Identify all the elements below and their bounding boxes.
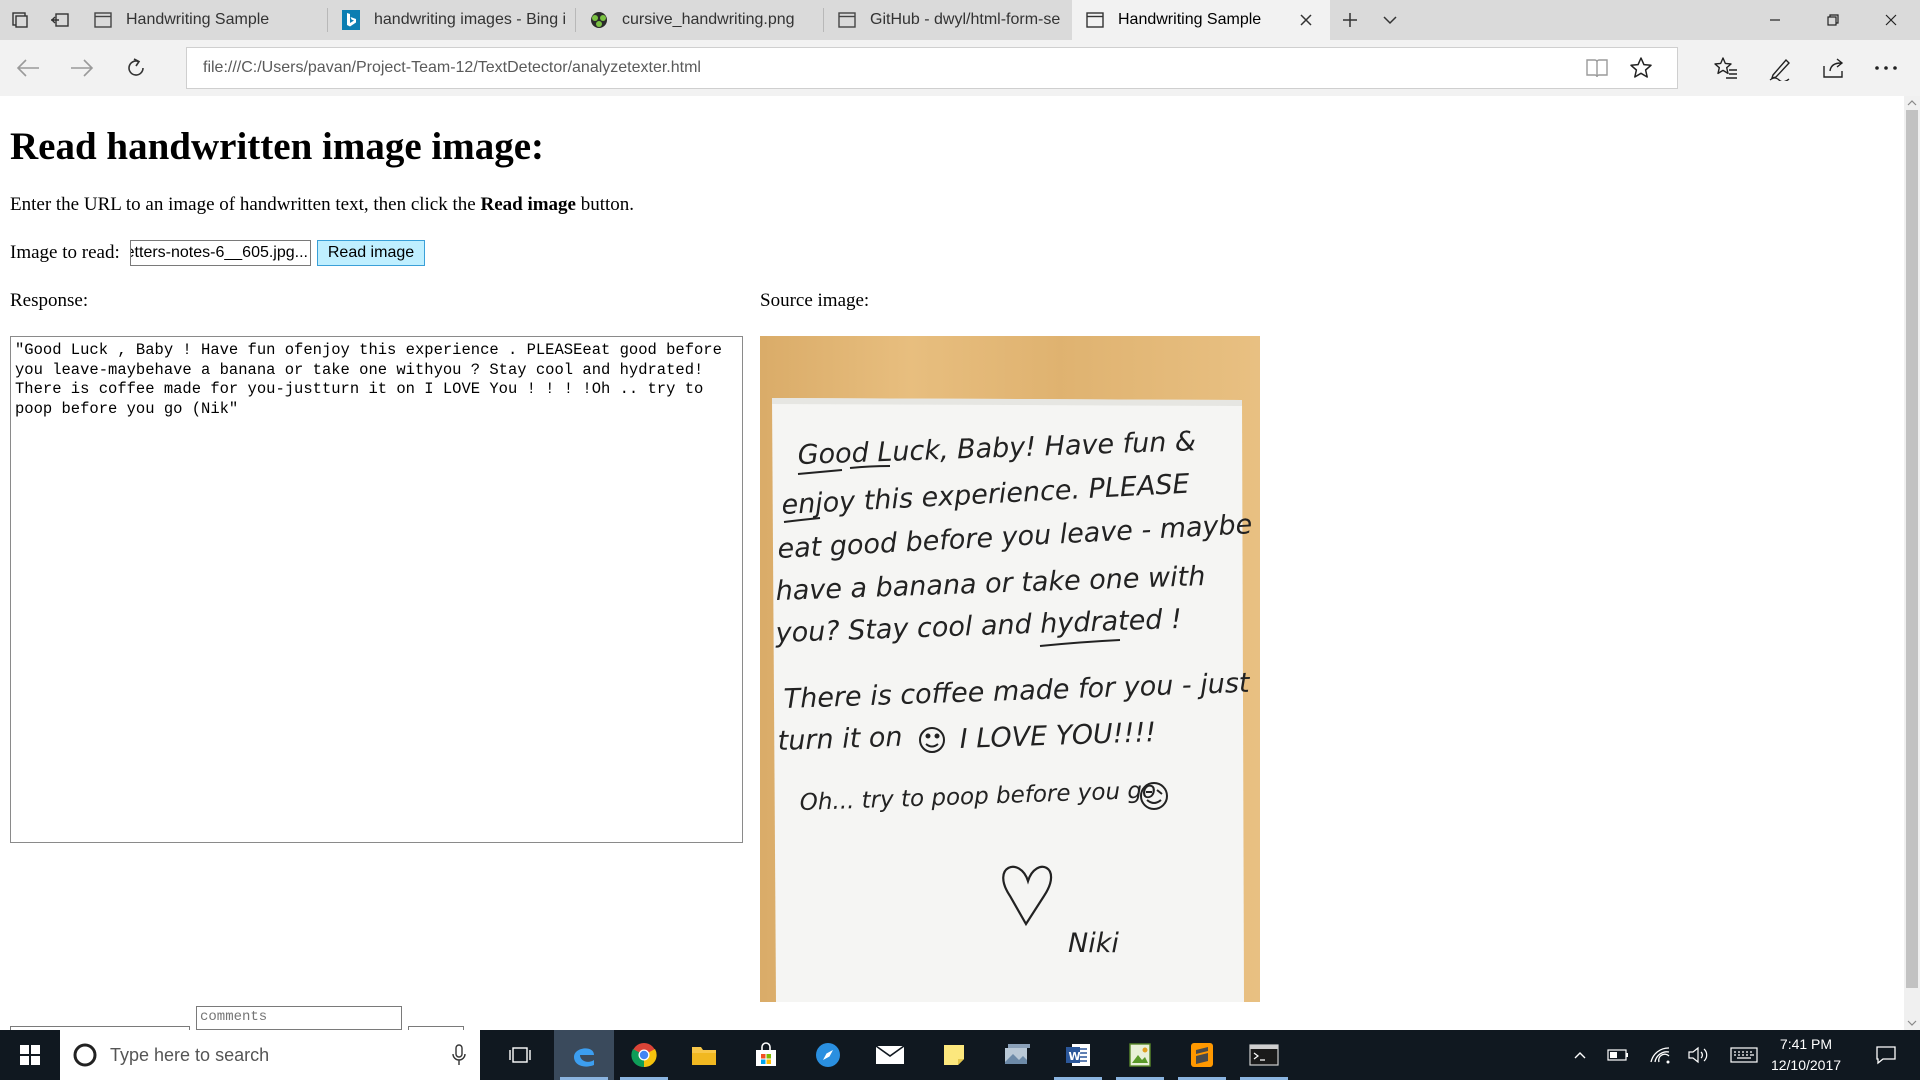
tab-cursive-handwriting[interactable]: cursive_handwriting.png xyxy=(576,0,824,40)
mail-icon[interactable] xyxy=(860,1030,920,1080)
intro-text-after: button. xyxy=(575,194,635,215)
image-viewer-icon[interactable] xyxy=(1110,1030,1170,1080)
restore-icon[interactable] xyxy=(1810,0,1856,40)
refresh-icon[interactable] xyxy=(116,48,156,88)
search-placeholder: Type here to search xyxy=(110,1044,270,1065)
taskbar-search-box[interactable]: Type here to search xyxy=(60,1030,480,1080)
reading-view-icon[interactable] xyxy=(1581,54,1613,82)
favorites-hub-icon[interactable] xyxy=(1706,48,1746,88)
word-icon[interactable]: W xyxy=(1048,1030,1108,1080)
source-image-label: Source image: xyxy=(760,290,870,311)
tab-bar: Handwriting Sample handwriting images - … xyxy=(0,0,1920,40)
minimize-icon[interactable] xyxy=(1752,0,1798,40)
clock[interactable]: 7:41 PM 12/10/2017 xyxy=(1760,1034,1852,1076)
touch-keyboard-icon[interactable] xyxy=(1726,1030,1762,1080)
intro-text-before: Enter the URL to an image of handwritten… xyxy=(10,194,481,215)
task-view-icon[interactable] xyxy=(490,1030,550,1080)
more-options-icon[interactable] xyxy=(1866,48,1906,88)
tab-label: handwriting images - Bing i xyxy=(374,11,567,28)
tab-handwriting-sample-1[interactable]: Handwriting Sample xyxy=(80,0,328,40)
clock-time: 7:41 PM xyxy=(1779,1036,1833,1052)
source-image: Good Luck, Baby! Have fun & enjoy this e… xyxy=(760,336,1260,1002)
command-prompt-icon[interactable] xyxy=(1234,1030,1294,1080)
address-bar[interactable]: file:///C:/Users/pavan/Project-Team-12/T… xyxy=(186,47,1678,89)
tab-label: Handwriting Sample xyxy=(126,11,270,28)
tab-handwriting-sample-active[interactable]: Handwriting Sample xyxy=(1072,0,1330,40)
wifi-icon[interactable] xyxy=(1644,1030,1676,1080)
web-note-pen-icon[interactable] xyxy=(1760,48,1800,88)
close-tab-icon[interactable] xyxy=(1296,10,1316,30)
chrome-icon[interactable] xyxy=(614,1030,674,1080)
tab-github[interactable]: GitHub - dwyl/html-form-se xyxy=(824,0,1072,40)
sticky-notes-icon[interactable] xyxy=(924,1030,984,1080)
tab-label: cursive_handwriting.png xyxy=(622,11,795,28)
taskbar: Type here to search W 7:41 PM 12/10/2017 xyxy=(0,1030,1920,1080)
image-url-input-value: ...etters-notes-6__605.jpg xyxy=(130,244,308,261)
volume-icon[interactable] xyxy=(1682,1030,1714,1080)
page-icon xyxy=(836,9,858,31)
new-tab-icon[interactable] xyxy=(1330,0,1370,40)
battery-icon[interactable] xyxy=(1602,1030,1634,1080)
response-textarea[interactable]: "Good Luck , Baby ! Have fun ofenjoy thi… xyxy=(10,336,743,843)
sublime-text-icon[interactable] xyxy=(1172,1030,1232,1080)
file-explorer-icon[interactable] xyxy=(674,1030,734,1080)
bing-icon xyxy=(340,9,362,31)
tab-label: Handwriting Sample xyxy=(1118,11,1262,28)
tab-label: GitHub - dwyl/html-form-se xyxy=(870,11,1061,28)
image-url-label: Image to read: xyxy=(10,242,120,263)
scroll-up-icon[interactable] xyxy=(1904,96,1920,110)
image-favicon xyxy=(588,9,610,31)
edge-icon[interactable] xyxy=(554,1030,614,1080)
show-hidden-icons-chevron-up-icon[interactable] xyxy=(1564,1030,1596,1080)
microphone-icon[interactable] xyxy=(452,1044,466,1066)
windows-start-icon[interactable] xyxy=(0,1030,60,1080)
note-line-7: turn it on xyxy=(777,722,903,757)
page-content: Read handwritten image image: Enter the … xyxy=(0,96,1904,1030)
response-label: Response: xyxy=(10,290,89,311)
image-url-input[interactable]: ...etters-notes-6__605.jpg xyxy=(130,240,311,266)
page-icon xyxy=(92,9,114,31)
tab-preview-chevron-down-icon[interactable] xyxy=(1370,0,1410,40)
tab-bing-images[interactable]: handwriting images - Bing i xyxy=(328,0,576,40)
back-arrow-icon[interactable] xyxy=(8,48,48,88)
scroll-thumb[interactable] xyxy=(1906,110,1918,988)
scroll-down-icon[interactable] xyxy=(1904,1016,1920,1030)
forward-arrow-icon[interactable] xyxy=(62,48,102,88)
navigation-bar: file:///C:/Users/pavan/Project-Team-12/T… xyxy=(0,40,1920,96)
intro-text: Enter the URL to an image of handwritten… xyxy=(10,194,634,216)
comments-input[interactable]: comments xyxy=(196,1006,402,1030)
read-image-button[interactable]: Read image xyxy=(317,240,425,266)
clock-date: 12/10/2017 xyxy=(1770,1057,1842,1073)
cortana-circle-icon xyxy=(73,1043,97,1067)
close-window-icon[interactable] xyxy=(1868,0,1914,40)
page-title: Read handwritten image image: xyxy=(10,125,545,168)
address-url: file:///C:/Users/pavan/Project-Team-12/T… xyxy=(203,59,701,76)
share-icon[interactable] xyxy=(1814,48,1854,88)
tab-manager-icon[interactable] xyxy=(0,0,40,40)
favorite-star-icon[interactable] xyxy=(1625,54,1657,82)
action-center-icon[interactable] xyxy=(1866,1030,1906,1080)
note-signature: Niki xyxy=(1068,928,1119,959)
svg-text:W: W xyxy=(1069,1050,1081,1063)
store-icon[interactable] xyxy=(736,1030,796,1080)
page-icon xyxy=(1084,9,1106,31)
photos-app-icon[interactable] xyxy=(986,1030,1046,1080)
set-tabs-aside-icon[interactable] xyxy=(40,0,80,40)
intro-text-bold: Read image xyxy=(480,194,576,215)
compass-app-icon[interactable] xyxy=(798,1030,858,1080)
